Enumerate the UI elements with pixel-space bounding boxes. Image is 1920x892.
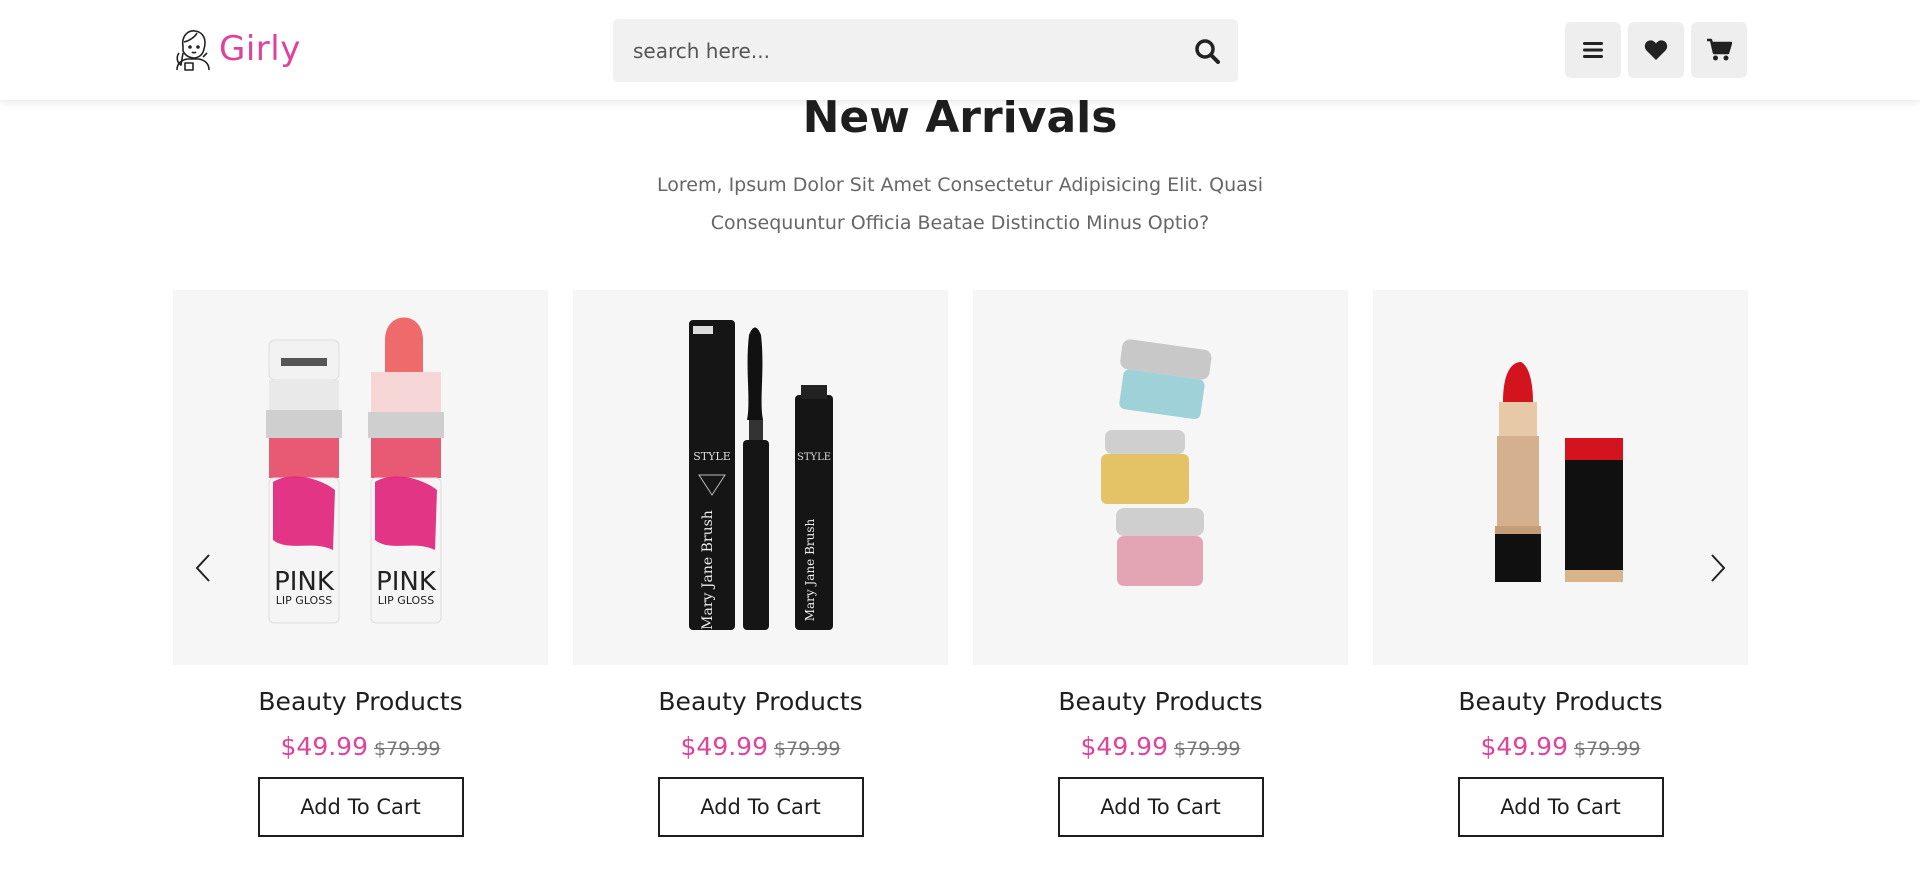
product-image-pink-lip-gloss[interactable]: PINK LIP GLOSS PINK LIP GLOSS: [173, 290, 548, 665]
add-to-cart-button[interactable]: Add To Cart: [1457, 777, 1664, 837]
section-description: Lorem, Ipsum Dolor Sit Amet Consectetur …: [657, 174, 1263, 234]
add-to-cart-button[interactable]: Add To Cart: [1057, 777, 1264, 837]
product-card: PINK LIP GLOSS PINK LIP GLOSS Beauty Pro…: [173, 290, 548, 837]
search-button[interactable]: [1176, 19, 1238, 82]
product-card: STYLE Mary Jane Brush STYLE Mary Jane Br…: [573, 290, 948, 837]
price-row: $49.99 $79.99: [973, 732, 1348, 761]
chevron-right-icon: [1711, 554, 1726, 582]
brand-name: Girly: [219, 29, 301, 69]
mascara-image: STYLE Mary Jane Brush STYLE Mary Jane Br…: [689, 320, 833, 630]
product-price: $49.99: [680, 732, 768, 761]
search-input[interactable]: [613, 19, 1176, 82]
cart-icon: [1707, 38, 1732, 61]
logo[interactable]: Girly: [173, 27, 301, 71]
price-row: $49.99 $79.99: [1373, 732, 1748, 761]
svg-text:Mary Jane Brush: Mary Jane Brush: [803, 518, 817, 621]
chevron-left-icon: [195, 554, 210, 582]
cream-jars-image: [1101, 339, 1212, 586]
svg-text:PINK: PINK: [376, 567, 437, 597]
site-header: Girly: [0, 0, 1920, 100]
product-old-price: $79.99: [1174, 738, 1241, 760]
product-image-mascara[interactable]: STYLE Mary Jane Brush STYLE Mary Jane Br…: [573, 290, 948, 665]
product-price: $49.99: [280, 732, 368, 761]
svg-text:LIP GLOSS: LIP GLOSS: [276, 594, 332, 607]
wishlist-button[interactable]: [1628, 22, 1684, 78]
product-price: $49.99: [1080, 732, 1168, 761]
product-old-price: $79.99: [774, 738, 841, 760]
carousel-prev-button[interactable]: [188, 548, 218, 588]
price-row: $49.99 $79.99: [173, 732, 548, 761]
lipstick-image: [1495, 362, 1623, 582]
product-old-price: $79.99: [1574, 738, 1641, 760]
price-row: $49.99 $79.99: [573, 732, 948, 761]
svg-text:LIP GLOSS: LIP GLOSS: [378, 594, 434, 607]
product-name: Beauty Products: [1458, 687, 1663, 716]
product-name: Beauty Products: [1058, 687, 1263, 716]
product-image-cream-jars[interactable]: [973, 290, 1348, 665]
product-card: Beauty Products $49.99 $79.99 Add To Cart: [973, 290, 1348, 837]
search-bar: [613, 19, 1238, 82]
svg-text:PINK: PINK: [274, 567, 335, 597]
product-image-red-lipstick[interactable]: [1373, 290, 1748, 665]
product-name: Beauty Products: [658, 687, 863, 716]
girl-logo-icon: [176, 30, 210, 71]
svg-text:STYLE: STYLE: [797, 452, 831, 463]
menu-button[interactable]: [1565, 22, 1621, 78]
add-to-cart-button[interactable]: Add To Cart: [257, 777, 464, 837]
lip-gloss-image: PINK LIP GLOSS PINK LIP GLOSS: [266, 317, 444, 624]
add-to-cart-button[interactable]: Add To Cart: [657, 777, 864, 837]
product-card: Beauty Products $49.99 $79.99 Add To Cart: [1373, 290, 1748, 837]
cart-button[interactable]: [1691, 22, 1747, 78]
menu-icon: [1583, 42, 1603, 58]
product-old-price: $79.99: [374, 738, 441, 760]
search-icon: [1195, 38, 1220, 64]
carousel-next-button[interactable]: [1703, 548, 1733, 588]
svg-text:Mary Jane Brush: Mary Jane Brush: [700, 510, 716, 630]
heart-icon: [1644, 40, 1668, 60]
svg-text:STYLE: STYLE: [693, 450, 730, 463]
product-name: Beauty Products: [258, 687, 463, 716]
product-price: $49.99: [1480, 732, 1568, 761]
